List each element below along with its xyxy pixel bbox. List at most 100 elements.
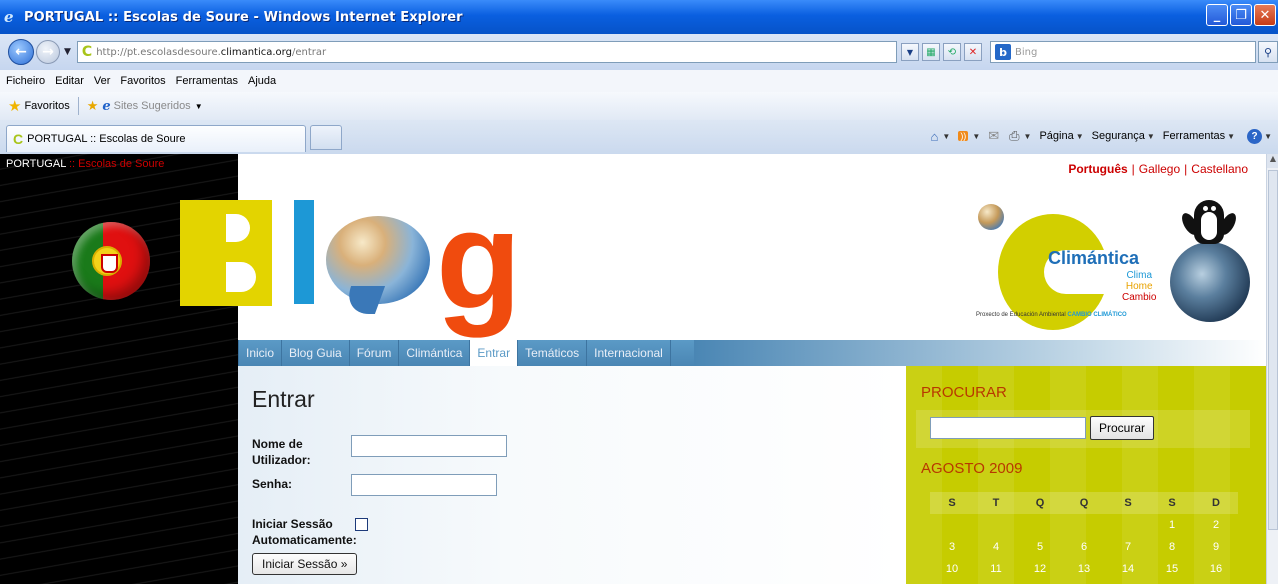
address-dropdown-icon[interactable]: ▼ (900, 43, 919, 61)
scroll-up-icon[interactable]: ▲ (1267, 154, 1278, 168)
rss-feed-icon[interactable]: )) (958, 131, 969, 141)
calendar-day: 13 (1077, 563, 1091, 575)
menu-file[interactable]: Ficheiro (6, 75, 45, 87)
url-domain: climantica.org (220, 46, 292, 58)
calendar-day (930, 514, 974, 536)
climantica-title: Climántica (1048, 248, 1140, 268)
calendar-day-header: Q (1018, 492, 1062, 514)
forward-button[interactable]: → (36, 40, 60, 64)
nav-forum[interactable]: Fórum (350, 340, 400, 366)
search-input[interactable]: b Bing (990, 41, 1256, 63)
climantica-tagline: Proxecto de Educación Ambiental CAMBIO C… (976, 312, 1127, 318)
menu-favorites[interactable]: Favoritos (120, 75, 165, 87)
favorites-button[interactable]: Favoritos (24, 100, 69, 112)
login-button[interactable]: Iniciar Sessão » (252, 553, 358, 575)
calendar-day-header: S (1150, 492, 1194, 514)
history-dropdown-icon[interactable]: ▼ (64, 47, 71, 57)
nav-entrar[interactable]: Entrar (470, 340, 519, 366)
search-heading: PROCURAR (921, 384, 1007, 401)
site-name[interactable]: PORTUGAL :: Escolas de Soure (6, 158, 164, 170)
home-dropdown-icon[interactable]: ▼ (942, 132, 950, 141)
nav-climantica[interactable]: Climántica (399, 340, 471, 366)
address-input[interactable]: C http://pt.escolasdesoure. climantica.or… (76, 41, 897, 63)
calendar-day: 1 (1168, 519, 1176, 531)
bing-icon: b (995, 44, 1011, 60)
menu-edit[interactable]: Editar (55, 75, 84, 87)
sidebar-search-input[interactable] (930, 417, 1086, 439)
password-field[interactable] (351, 474, 497, 496)
tab-current[interactable]: C PORTUGAL :: Escolas de Soure (6, 125, 306, 152)
portugal-flag-icon (72, 222, 150, 300)
nav-internacional[interactable]: Internacional (587, 340, 671, 366)
earth-globe-icon (1170, 242, 1250, 322)
calendar-day: 16 (1209, 563, 1223, 575)
nav-tematicos[interactable]: Temáticos (518, 340, 588, 366)
mail-icon[interactable]: ✉ (988, 128, 999, 144)
auto-login-checkbox[interactable] (355, 518, 368, 531)
close-button[interactable]: ✕ (1254, 4, 1276, 26)
lang-gallego[interactable]: Gallego (1139, 162, 1180, 176)
suggested-sites-link[interactable]: Sites Sugeridos (114, 100, 191, 112)
menu-help[interactable]: Ajuda (248, 75, 276, 87)
home-icon[interactable]: ⌂ (931, 129, 939, 144)
tab-row: C PORTUGAL :: Escolas de Soure ⌂ ▼ )) ▼ ✉ … (0, 120, 1278, 154)
site-favicon-icon: C (81, 44, 93, 60)
print-icon[interactable]: ⎙ (1009, 128, 1019, 144)
lang-castellano[interactable]: Castellano (1191, 162, 1248, 176)
maximize-button[interactable]: ❐ (1230, 4, 1252, 26)
minimize-button[interactable]: _ (1206, 4, 1228, 26)
page-dropdown-icon[interactable]: ▼ (1076, 132, 1084, 141)
nav-inicio[interactable]: Inicio (238, 340, 283, 366)
blog-logo-letter-g: g (436, 181, 522, 338)
nav-blog-guia[interactable]: Blog Guia (282, 340, 350, 366)
calendar-day (1106, 514, 1150, 536)
menu-view[interactable]: Ver (94, 75, 111, 87)
search-button[interactable]: ⚲ (1258, 41, 1278, 63)
back-button[interactable]: ← (8, 39, 34, 65)
language-selector: Português | Gallego | Castellano (1068, 162, 1248, 176)
calendar-day: 14 (1121, 563, 1135, 575)
compatibility-view-icon[interactable]: ▦ (921, 43, 940, 61)
scrollbar-thumb[interactable] (1268, 170, 1278, 530)
climantica-subtitle: Clima Home Cambio (1122, 270, 1157, 303)
vertical-scrollbar[interactable]: ▲ (1266, 154, 1278, 584)
page-menu[interactable]: Página (1039, 130, 1073, 142)
calendar-day-header: T (974, 492, 1018, 514)
sidebar-search-button[interactable]: Procurar (1090, 416, 1155, 440)
help-icon[interactable]: ? (1247, 128, 1263, 144)
lang-portugues[interactable]: Português (1068, 162, 1127, 176)
suggested-sites-dropdown-icon[interactable]: ▼ (195, 102, 203, 111)
security-menu[interactable]: Segurança (1092, 130, 1145, 142)
ie-logo-icon: e (4, 8, 14, 26)
tools-menu[interactable]: Ferramentas (1163, 130, 1225, 142)
feed-dropdown-icon[interactable]: ▼ (972, 132, 980, 141)
site-nav: Inicio Blog Guia Fórum Climántica Entrar… (238, 340, 1266, 366)
calendar-table: S T Q Q S S D 1 2 3 4 5 6 7 8 9 10 11 12… (930, 492, 1238, 580)
calendar-day: 5 (1036, 541, 1044, 553)
window-controls: _ ❐ ✕ (1206, 4, 1276, 26)
auto-login-label: Iniciar Sessão Automaticamente: (252, 517, 357, 547)
web-page: PORTUGAL :: Escolas de Soure g Português… (0, 154, 1266, 584)
print-dropdown-icon[interactable]: ▼ (1024, 132, 1032, 141)
calendar-day: 7 (1124, 541, 1132, 553)
security-dropdown-icon[interactable]: ▼ (1147, 132, 1155, 141)
url-path: /entrar (291, 46, 327, 58)
search-placeholder: Bing (1015, 46, 1038, 58)
blog-logo-letter-b (180, 200, 272, 306)
climantica-logo[interactable]: Climántica Clima Home Cambio Proxecto de… (972, 184, 1262, 334)
refresh-icon[interactable]: ⟲ (942, 43, 961, 61)
favorites-bar: ★ Favoritos ★ e Sites Sugeridos ▼ (0, 92, 1278, 120)
calendar-day-header: Q (1062, 492, 1106, 514)
window-title: PORTUGAL :: Escolas de Soure - Windows I… (24, 9, 463, 25)
stop-icon[interactable]: ✕ (963, 43, 982, 61)
menu-tools[interactable]: Ferramentas (176, 75, 238, 87)
new-tab-button[interactable] (310, 125, 342, 150)
window-title-bar: e PORTUGAL :: Escolas de Soure - Windows… (0, 0, 1278, 34)
help-dropdown-icon[interactable]: ▼ (1264, 132, 1272, 141)
add-favorite-icon[interactable]: ★ (87, 98, 99, 114)
username-field[interactable] (351, 435, 507, 457)
login-section: Entrar Nome de Utilizador: Senha: Iniciar… (238, 366, 906, 584)
tools-dropdown-icon[interactable]: ▼ (1227, 132, 1235, 141)
small-globe-icon (978, 204, 1004, 230)
calendar-day (974, 514, 1018, 536)
